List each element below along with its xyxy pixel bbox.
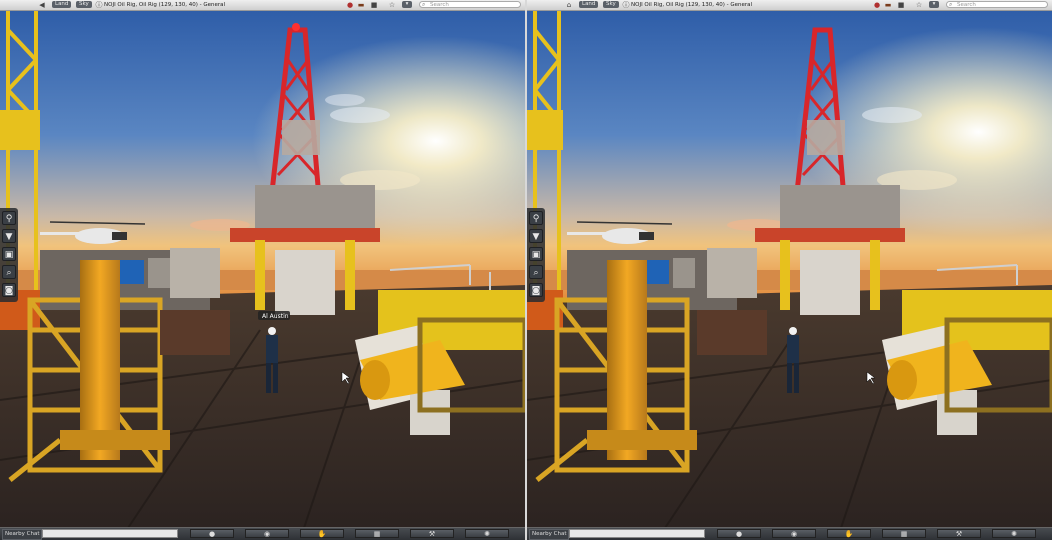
bottom-toolbar: Nearby Chat ● ◉ ✋ ▦ ⚒ ✺ [527, 527, 1052, 540]
left-view-pane: Al Austin ◀ Land Sky ⓘ NOJI Oil Rig, Oil… [0, 0, 525, 540]
nearby-chat-button[interactable]: Nearby Chat [529, 529, 570, 540]
shirt-icon[interactable]: ▼ [2, 229, 16, 243]
location-dropdown[interactable]: ▾ [929, 1, 939, 8]
speak-icon[interactable]: ● [717, 529, 761, 538]
speak-icon[interactable]: ● [190, 529, 234, 538]
location-field[interactable]: NOJI Oil Rig, Oil Rig (129, 130, 40) - G… [631, 1, 752, 9]
sidebar-toolbar: ⚲ ▼ ▣ ⌕ ◙ [0, 208, 18, 302]
avatar-name-tag: Al Austin [262, 313, 289, 320]
gesture-icon[interactable]: ✋ [300, 529, 344, 538]
3d-scene-left[interactable]: Al Austin [0, 0, 525, 540]
search-icon[interactable]: ⌕ [529, 265, 543, 279]
location-field[interactable]: NOJI Oil Rig, Oil Rig (129, 130, 40) - G… [104, 1, 225, 9]
inventory-icon[interactable]: ▣ [529, 247, 543, 261]
navigation-bar: ⌂ Land Sky ⓘ NOJI Oil Rig, Oil Rig (129,… [527, 0, 1052, 11]
search-icon: ⌕ [949, 1, 953, 8]
navigation-bar: ◀ Land Sky ⓘ NOJI Oil Rig, Oil Rig (129,… [0, 0, 525, 11]
chat-input[interactable] [569, 529, 705, 538]
search-icon[interactable]: ⌕ [2, 265, 16, 279]
camera-icon[interactable]: ◙ [2, 283, 16, 297]
map-icon[interactable]: ▦ [355, 529, 399, 538]
star-icon[interactable]: ☆ [388, 1, 396, 9]
place-pin-icon[interactable]: ⚲ [529, 211, 543, 225]
search-input[interactable]: ⌕ Search [946, 1, 1048, 8]
parcel-flags-icon: ▬ [884, 1, 892, 9]
place-pin-icon[interactable]: ⚲ [2, 211, 16, 225]
land-button[interactable]: Land [579, 1, 599, 8]
stereo-viewer: Al Austin ◀ Land Sky ⓘ NOJI Oil Rig, Oil… [0, 0, 1052, 540]
search-placeholder: Search [430, 2, 449, 8]
voice-status-icon[interactable]: ● [346, 1, 354, 9]
star-icon[interactable]: ☆ [915, 1, 923, 9]
sky-button[interactable]: Sky [603, 1, 619, 8]
no-fly-icon: ■ [370, 1, 378, 9]
parcel-flags-icon: ▬ [357, 1, 365, 9]
3d-scene-right[interactable] [527, 0, 1052, 540]
build-hammer-icon[interactable]: ⚒ [937, 529, 981, 538]
view-eye-icon[interactable]: ◉ [772, 529, 816, 538]
minimap-icon[interactable]: ✺ [992, 529, 1036, 538]
back-arrow-icon[interactable]: ◀ [38, 1, 46, 9]
home-icon[interactable]: ⌂ [565, 1, 573, 9]
minimap-icon[interactable]: ✺ [465, 529, 509, 538]
chat-input[interactable] [42, 529, 178, 538]
location-dropdown[interactable]: ▾ [402, 1, 412, 8]
bottom-toolbar: Nearby Chat ● ◉ ✋ ▦ ⚒ ✺ [0, 527, 525, 540]
build-hammer-icon[interactable]: ⚒ [410, 529, 454, 538]
search-placeholder: Search [957, 2, 976, 8]
info-icon[interactable]: ⓘ [95, 1, 103, 9]
gesture-icon[interactable]: ✋ [827, 529, 871, 538]
view-eye-icon[interactable]: ◉ [245, 529, 289, 538]
shirt-icon[interactable]: ▼ [529, 229, 543, 243]
map-icon[interactable]: ▦ [882, 529, 926, 538]
nearby-chat-button[interactable]: Nearby Chat [2, 529, 43, 540]
right-view-pane: ⌂ Land Sky ⓘ NOJI Oil Rig, Oil Rig (129,… [527, 0, 1052, 540]
search-input[interactable]: ⌕ Search [419, 1, 521, 8]
camera-icon[interactable]: ◙ [529, 283, 543, 297]
land-button[interactable]: Land [52, 1, 72, 8]
sky-button[interactable]: Sky [76, 1, 92, 8]
info-icon[interactable]: ⓘ [622, 1, 630, 9]
no-fly-icon: ■ [897, 1, 905, 9]
voice-status-icon[interactable]: ● [873, 1, 881, 9]
sidebar-toolbar: ⚲ ▼ ▣ ⌕ ◙ [527, 208, 545, 302]
search-icon: ⌕ [422, 1, 426, 8]
inventory-icon[interactable]: ▣ [2, 247, 16, 261]
